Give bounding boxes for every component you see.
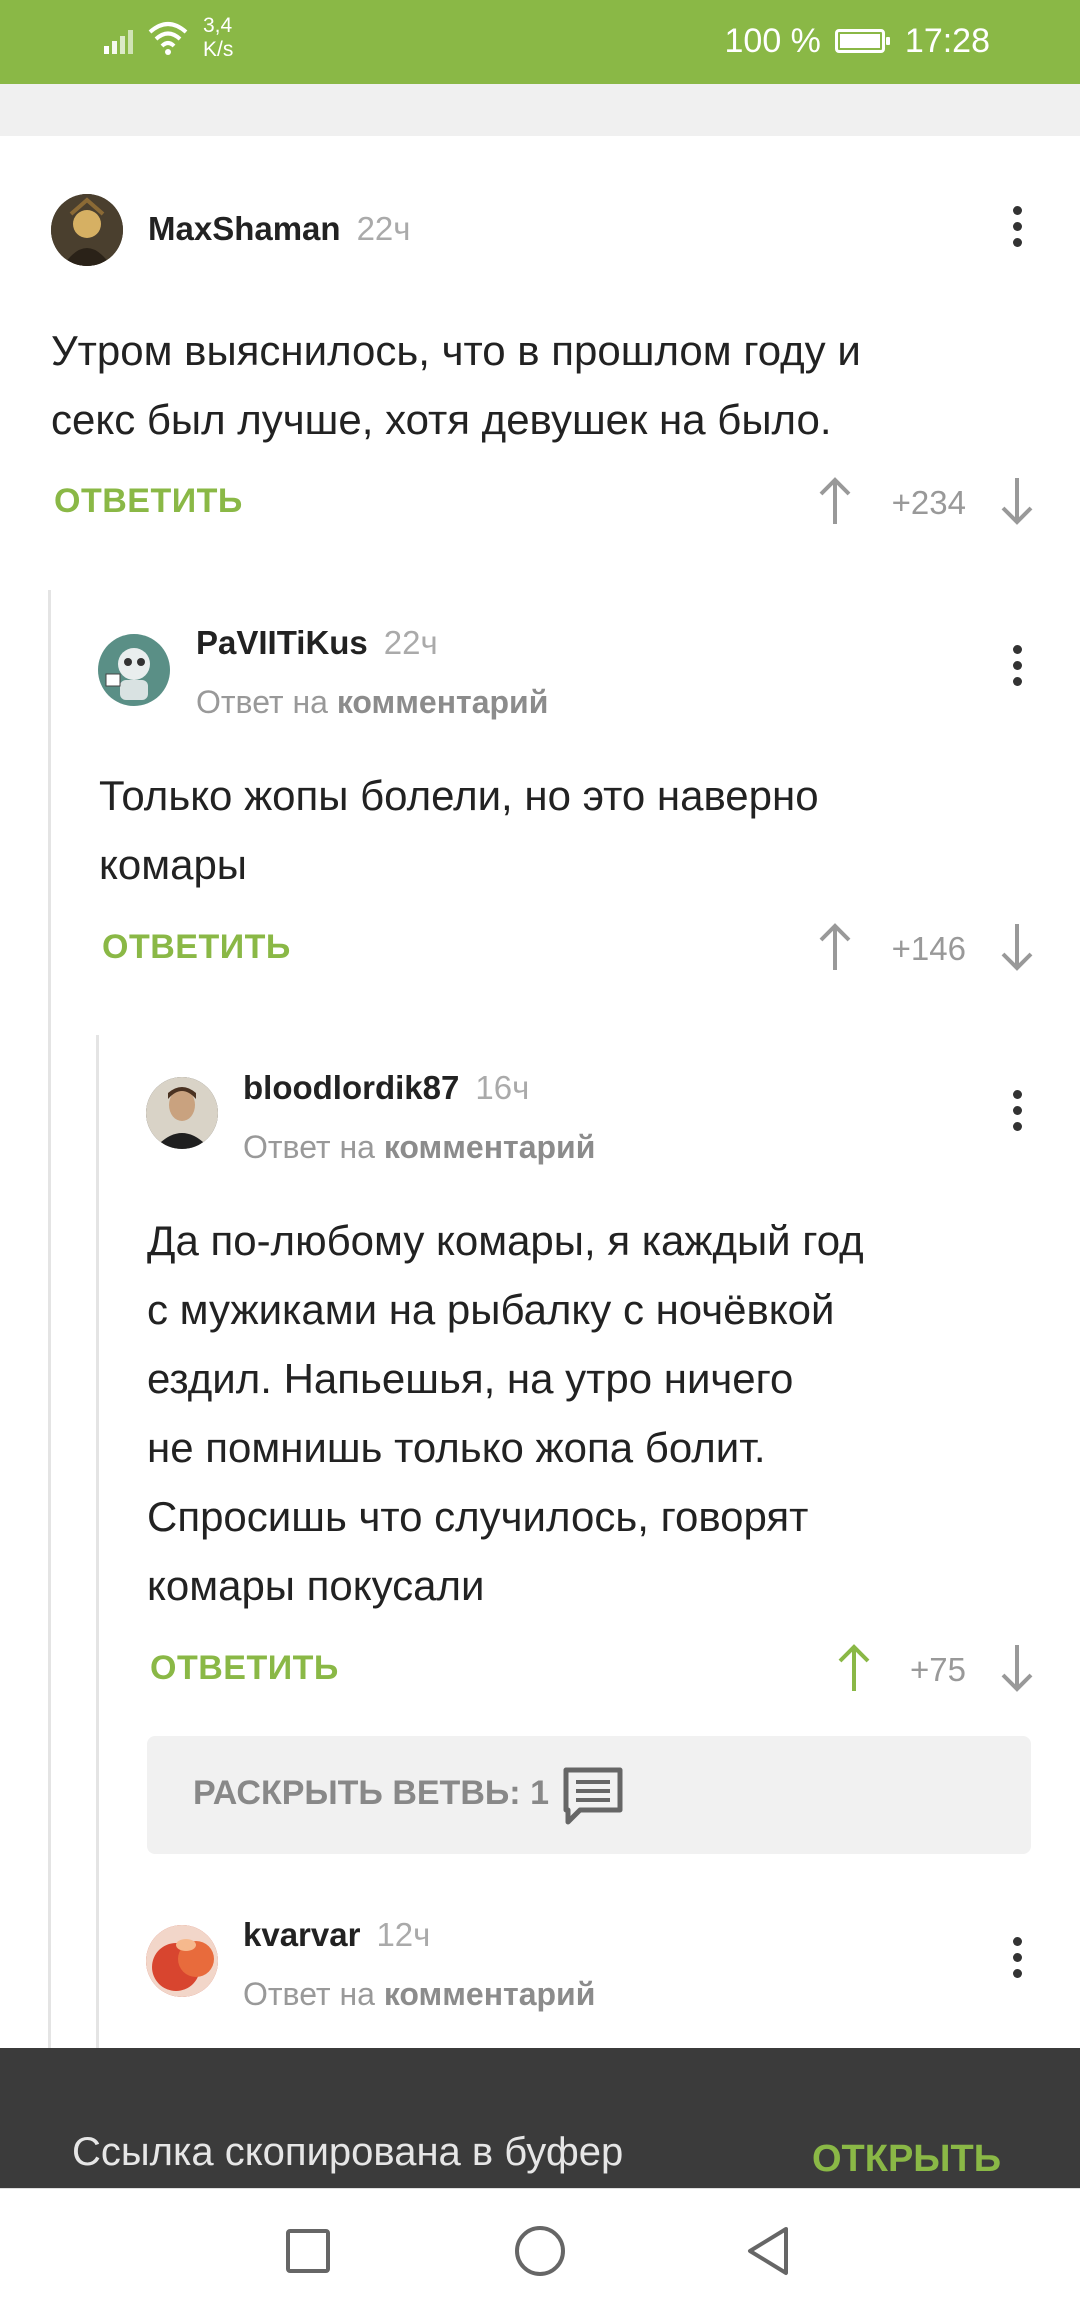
comment-text-line: Да по-любому комары, я каждый год bbox=[147, 1217, 864, 1264]
downvote-icon[interactable] bbox=[997, 1643, 1037, 1693]
reply-link[interactable]: комментарий bbox=[384, 1129, 596, 1165]
downvote-icon[interactable] bbox=[997, 922, 1037, 972]
username-text[interactable]: kvarvar bbox=[243, 1916, 360, 1953]
status-right: 100 % 17:28 bbox=[725, 20, 991, 62]
reply-link[interactable]: комментарий bbox=[337, 684, 549, 720]
comment-text-line: секс был лучше, хотя девушек на было. bbox=[51, 396, 832, 443]
network-speed: 3,4 K/s bbox=[203, 14, 233, 62]
reply-prefix: Ответ на bbox=[243, 1129, 375, 1165]
expand-branch-button[interactable]: РАСКРЫТЬ ВЕТВЬ: 1 bbox=[147, 1736, 1031, 1854]
reply-prefix: Ответ на bbox=[196, 684, 328, 720]
comment-text-line: Утром выяснилось, что в прошлом году и bbox=[51, 327, 861, 374]
thread-line bbox=[96, 1035, 99, 2048]
back-icon[interactable] bbox=[744, 2225, 794, 2277]
comment-time: 16ч bbox=[475, 1069, 530, 1106]
avatar[interactable] bbox=[51, 194, 123, 266]
network-speed-value: 3,4 bbox=[203, 14, 233, 37]
rating-score: +146 bbox=[891, 930, 966, 967]
snackbar-open-button[interactable]: ОТКРЫТЬ bbox=[812, 2138, 1001, 2181]
recent-apps-icon[interactable] bbox=[284, 2225, 332, 2277]
avatar[interactable] bbox=[146, 1077, 218, 1149]
home-icon[interactable] bbox=[512, 2225, 568, 2277]
reply-reference: Ответ на комментарий bbox=[243, 1976, 595, 2013]
comment-text-line: с мужиками на рыбалку с ночёвкой bbox=[147, 1286, 835, 1333]
upvote-icon-active[interactable] bbox=[834, 1643, 874, 1693]
username-text[interactable]: bloodlordik87 bbox=[243, 1069, 459, 1106]
username[interactable]: bloodlordik87 16ч bbox=[243, 1069, 529, 1107]
username[interactable]: MaxShaman 22ч bbox=[148, 210, 410, 248]
more-options-icon[interactable] bbox=[1007, 206, 1027, 256]
signal-icon bbox=[104, 30, 133, 54]
rating-score: +234 bbox=[891, 484, 966, 521]
upvote-icon[interactable] bbox=[815, 922, 855, 972]
rating-score: +75 bbox=[910, 1651, 966, 1688]
downvote-icon[interactable] bbox=[997, 476, 1037, 526]
comment-time: 22ч bbox=[383, 624, 438, 661]
reply-reference: Ответ на комментарий bbox=[243, 1129, 595, 1166]
comment-text-line: Только жопы болели, но это наверно bbox=[99, 772, 819, 819]
battery-percent: 100 % bbox=[724, 21, 821, 60]
snackbar: Ссылка скопирована в буфер ОТКРЫТЬ bbox=[0, 2048, 1080, 2188]
reply-prefix: Ответ на bbox=[243, 1976, 375, 2012]
comment-text-line: Спросишь что случилось, говорят bbox=[147, 1493, 809, 1540]
comment-time: 22ч bbox=[356, 210, 411, 247]
reply-button[interactable]: ОТВЕТИТЬ bbox=[102, 928, 291, 967]
username-text[interactable]: MaxShaman bbox=[148, 210, 341, 247]
avatar[interactable] bbox=[98, 634, 170, 706]
comment-text: Только жопы болели, но это наверно комар… bbox=[99, 761, 819, 899]
username[interactable]: PaVIITiKus 22ч bbox=[196, 624, 438, 662]
section-divider bbox=[0, 84, 1080, 136]
reply-button[interactable]: ОТВЕТИТЬ bbox=[54, 482, 243, 521]
comment-text-line: комары bbox=[99, 841, 247, 888]
comment-text-line: не помнишь только жопа болит. bbox=[147, 1424, 766, 1471]
thread-line bbox=[48, 590, 51, 2048]
comments-icon bbox=[563, 1767, 623, 1825]
network-speed-unit: K/s bbox=[203, 38, 234, 61]
comment-text: Да по-любому комары, я каждый год с мужи… bbox=[147, 1206, 864, 1620]
more-options-icon[interactable] bbox=[1007, 1090, 1027, 1140]
clock: 17:28 bbox=[904, 21, 990, 60]
snackbar-message: Ссылка скопирована в буфер bbox=[72, 2130, 624, 2174]
comment-text-line: ездил. Напьешья, на утро ничего bbox=[147, 1355, 794, 1402]
upvote-icon[interactable] bbox=[815, 476, 855, 526]
username[interactable]: kvarvar 12ч bbox=[243, 1916, 430, 1954]
more-options-icon[interactable] bbox=[1007, 645, 1027, 695]
expand-branch-label[interactable]: РАСКРЫТЬ ВЕТВЬ: 1 bbox=[193, 1774, 549, 1813]
system-nav-bar bbox=[0, 2188, 1080, 2313]
battery-icon bbox=[834, 29, 890, 53]
more-options-icon[interactable] bbox=[1007, 1937, 1027, 1987]
comment-text-line: комары покусали bbox=[147, 1562, 485, 1609]
reply-button[interactable]: ОТВЕТИТЬ bbox=[150, 1649, 339, 1688]
comment-time: 12ч bbox=[376, 1916, 431, 1953]
comment-text: Утром выяснилось, что в прошлом году и с… bbox=[51, 316, 861, 454]
reply-reference: Ответ на комментарий bbox=[196, 684, 548, 721]
username-text[interactable]: PaVIITiKus bbox=[196, 624, 368, 661]
reply-link[interactable]: комментарий bbox=[384, 1976, 596, 2012]
avatar[interactable] bbox=[146, 1925, 218, 1997]
status-bar: 3,4 K/s 100 % 17:28 bbox=[0, 0, 1080, 84]
wifi-icon bbox=[148, 22, 188, 55]
